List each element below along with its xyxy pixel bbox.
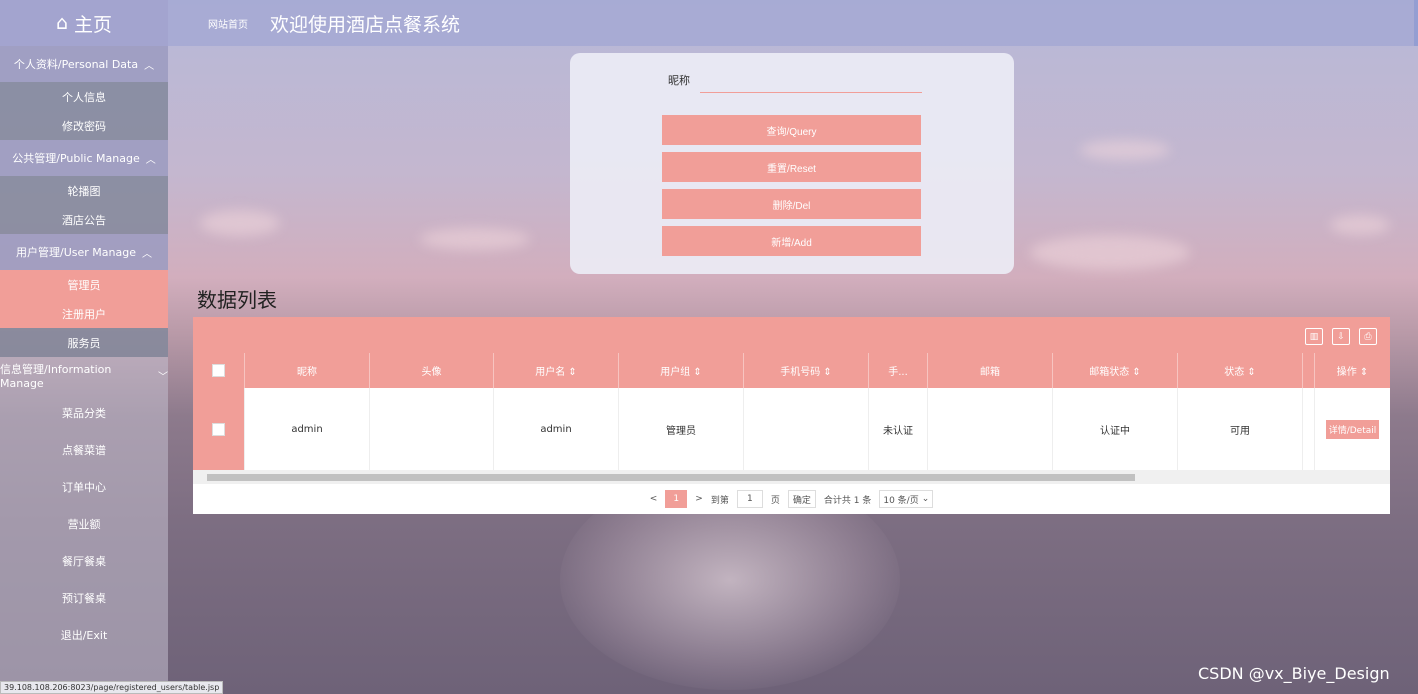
col-group[interactable]: 用户组 ⇕ <box>619 353 744 388</box>
sidebar-item-admin[interactable]: 管理员 <box>0 270 168 299</box>
table-header: 昵称 头像 用户名 ⇕ 用户组 ⇕ 手机号码 ⇕ 手... 邮箱 邮箱状态 ⇕ … <box>193 353 1390 388</box>
col-phone[interactable]: 手机号码 ⇕ <box>744 353 869 388</box>
sidebar-home-label: 主页 <box>74 13 113 36</box>
col-email-status[interactable]: 邮箱状态 ⇕ <box>1053 353 1178 388</box>
select-all-cell <box>193 353 245 388</box>
col-email[interactable]: 邮箱 <box>928 353 1053 388</box>
print-icon[interactable]: ⎙ <box>1359 328 1377 345</box>
sidebar-item-revenue[interactable]: 营业额 <box>0 505 168 542</box>
table-toolbar: ▥ ⇩ ⎙ <box>193 317 1390 353</box>
sidebar-group-personal[interactable]: 个人资料/Personal Data ︿ <box>0 46 168 82</box>
sidebar-item-carousel[interactable]: 轮播图 <box>0 176 168 205</box>
page-size-select[interactable]: 10 条/页 ⌄ <box>879 490 934 508</box>
list-title: 数据列表 <box>197 288 277 312</box>
chevron-up-icon: ︿ <box>145 154 156 166</box>
sidebar-item-notice[interactable]: 酒店公告 <box>0 205 168 234</box>
confirm-button[interactable]: 确定 <box>787 490 816 508</box>
sidebar-group-user[interactable]: 用户管理/User Manage ︿ <box>0 234 168 270</box>
cell-email <box>928 388 1053 470</box>
query-button[interactable]: 查询/Query <box>662 115 921 145</box>
sidebar-group-public[interactable]: 公共管理/Public Manage ︿ <box>0 140 168 176</box>
topbar: 网站首页 欢迎使用酒店点餐系统 <box>168 0 1418 46</box>
cell-nickname: admin <box>245 388 370 470</box>
chevron-down-icon: ⌄ <box>921 494 930 504</box>
page-number-input[interactable]: 1 <box>736 490 763 508</box>
export-icon[interactable]: ⇩ <box>1332 328 1350 345</box>
select-all-checkbox[interactable] <box>212 364 225 377</box>
sidebar-item-profile[interactable]: 个人信息 <box>0 82 168 111</box>
sidebar-item-tables[interactable]: 餐厅餐桌 <box>0 542 168 579</box>
chevron-up-icon: ︿ <box>144 60 155 72</box>
sidebar-home[interactable]: ⌂ 主页 <box>0 0 168 46</box>
prev-page-button[interactable]: < <box>650 494 658 504</box>
delete-button[interactable]: 删除/Del <box>662 189 921 219</box>
col-phone-status[interactable]: 手... <box>869 353 928 388</box>
sidebar-item-reserve[interactable]: 预订餐桌 <box>0 579 168 616</box>
sidebar-item-registered-users[interactable]: 注册用户 <box>0 299 168 328</box>
pagination: < 1 > 到第 1 页 确定 合计共 1 条 10 条/页 ⌄ <box>193 484 1390 514</box>
nickname-label: 昵称 <box>668 74 690 87</box>
chevron-up-icon: ︿ <box>141 248 152 260</box>
col-username[interactable]: 用户名 ⇕ <box>494 353 619 388</box>
page-unit: 页 <box>770 495 780 506</box>
sidebar-item-password[interactable]: 修改密码 <box>0 111 168 140</box>
detail-button[interactable]: 详情/Detail <box>1325 419 1380 439</box>
cell-action: 详情/Detail <box>1315 388 1390 470</box>
sidebar: ⌂ 主页 个人资料/Personal Data ︿ 个人信息 修改密码 公共管理… <box>0 0 168 694</box>
row-select-cell <box>193 388 245 470</box>
cell-status: 可用 <box>1178 388 1303 470</box>
sidebar-group-info[interactable]: 信息管理/Information Manage ﹀ <box>0 357 168 394</box>
page-title: 欢迎使用酒店点餐系统 <box>270 13 461 36</box>
col-nickname[interactable]: 昵称 <box>245 353 370 388</box>
nickname-input[interactable] <box>700 67 922 93</box>
home-icon: ⌂ <box>55 12 69 34</box>
cell-group: 管理员 <box>619 388 744 470</box>
chevron-down-icon: ﹀ <box>158 372 168 383</box>
col-status[interactable]: 状态 ⇕ <box>1178 353 1303 388</box>
sidebar-item-menu[interactable]: 点餐菜谱 <box>0 431 168 468</box>
breadcrumb[interactable]: 网站首页 <box>208 16 248 31</box>
search-panel: 昵称 查询/Query 重置/Reset 删除/Del 新增/Add <box>570 53 1014 274</box>
scrollbar-thumb[interactable] <box>207 474 1135 481</box>
horizontal-scrollbar[interactable] <box>193 470 1390 484</box>
cell-avatar <box>370 388 494 470</box>
table-row: admin admin 管理员 未认证 认证中 可用 详情/Detail <box>193 388 1390 470</box>
add-button[interactable]: 新增/Add <box>662 226 921 256</box>
cell-email-status: 认证中 <box>1053 388 1178 470</box>
reset-button[interactable]: 重置/Reset <box>662 152 921 182</box>
sidebar-item-dish-category[interactable]: 菜品分类 <box>0 394 168 431</box>
cell-phone <box>744 388 869 470</box>
goto-label: 到第 <box>710 495 729 506</box>
current-page[interactable]: 1 <box>665 490 688 508</box>
sidebar-item-orders[interactable]: 订单中心 <box>0 468 168 505</box>
columns-icon[interactable]: ▥ <box>1305 328 1323 345</box>
watermark: CSDN @vx_Biye_Design <box>1198 664 1390 683</box>
data-table: ▥ ⇩ ⎙ 昵称 头像 用户名 ⇕ 用户组 ⇕ 手机号码 ⇕ 手... 邮箱 邮… <box>193 317 1390 514</box>
row-checkbox[interactable] <box>212 422 225 436</box>
cell-username: admin <box>494 388 619 470</box>
total-count: 合计共 1 条 <box>823 495 872 506</box>
col-avatar[interactable]: 头像 <box>370 353 494 388</box>
col-action[interactable]: 操作 ⇕ <box>1315 353 1390 388</box>
status-url: 39.108.108.206:8023/page/registered_user… <box>0 681 224 694</box>
next-page-button[interactable]: > <box>695 494 703 504</box>
sidebar-item-exit[interactable]: 退出/Exit <box>0 616 168 653</box>
cell-phone-status: 未认证 <box>869 388 928 470</box>
sidebar-item-waiter[interactable]: 服务员 <box>0 328 168 357</box>
